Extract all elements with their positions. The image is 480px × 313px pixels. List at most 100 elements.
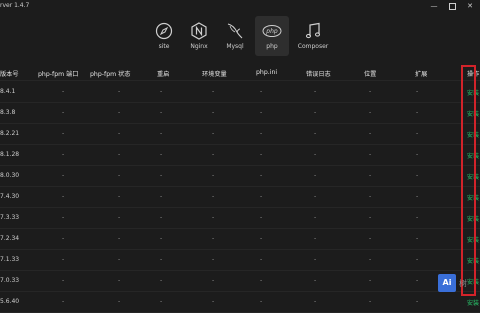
table-row: 7.0.33- - - - - - - - 安装 — [0, 270, 480, 292]
toolbar-item-site[interactable]: site — [147, 16, 181, 56]
table-header: 版本号 php-fpm 端口 php-fpm 状态 重启 环境变量 php.in… — [0, 66, 480, 81]
empty-cell: - — [62, 88, 65, 95]
empty-cell: - — [160, 109, 163, 116]
empty-cell: - — [260, 298, 263, 305]
toolbar-item-mysql[interactable]: Mysql — [218, 16, 252, 56]
table-row: 8.2.21- - - - - - - - 安装 — [0, 123, 480, 145]
maximize-icon — [448, 2, 456, 10]
empty-cell: - — [314, 172, 317, 179]
table-row: 7.2.34- - - - - - - - 安装 — [0, 228, 480, 250]
empty-cell: - — [212, 193, 215, 200]
empty-cell: - — [260, 109, 263, 116]
col-error-log: 错误日志 — [306, 71, 331, 78]
empty-cell: - — [160, 172, 163, 179]
toolbar-item-label: site — [158, 43, 170, 50]
version-cell: 7.4.30 — [0, 193, 20, 200]
version-cell: 8.1.28 — [0, 151, 20, 158]
table-row: 7.1.33- - - - - - - - 安装 — [0, 249, 480, 271]
col-version: 版本号 — [0, 71, 19, 78]
toolbar-item-php[interactable]: php php — [255, 16, 289, 56]
table-row: 5.6.40 - - - - - - - - 安装 — [0, 291, 480, 313]
version-cell: 5.6.40 — [0, 298, 20, 305]
minimize-button[interactable]: — — [426, 0, 442, 12]
empty-cell: - — [260, 193, 263, 200]
empty-cell: - — [212, 298, 215, 305]
toolbar-item-label: Mysql — [226, 43, 244, 50]
empty-cell: - — [118, 151, 121, 158]
empty-cell: - — [416, 277, 419, 284]
empty-cell: - — [62, 256, 65, 263]
version-cell: 7.1.33 — [0, 256, 20, 263]
empty-cell: - — [416, 88, 419, 95]
empty-cell: - — [416, 151, 419, 158]
empty-cell: - — [369, 88, 372, 95]
svg-text:php: php — [265, 28, 278, 35]
col-fpm-port: php-fpm 端口 — [38, 71, 79, 78]
table-row: 8.3.8- - - - - - - - 安装 — [0, 102, 480, 124]
col-fpm-status: php-fpm 状态 — [90, 71, 131, 78]
php-icon: php — [262, 25, 282, 37]
col-restart: 重启 — [157, 71, 170, 78]
mysql-dolphin-icon — [227, 23, 243, 39]
version-cell: 8.4.1 — [0, 88, 16, 95]
empty-cell: - — [416, 256, 419, 263]
empty-cell: - — [369, 256, 372, 263]
empty-cell: - — [212, 172, 215, 179]
empty-cell: - — [260, 172, 263, 179]
close-button[interactable]: ✕ — [462, 0, 478, 12]
empty-cell: - — [62, 109, 65, 116]
toolbar: site Nginx Mysql php php Composer — [0, 16, 480, 60]
toolbar-item-composer[interactable]: Composer — [296, 16, 330, 56]
empty-cell: - — [160, 256, 163, 263]
highlight-box — [461, 65, 476, 296]
empty-cell: - — [369, 109, 372, 116]
empty-cell: - — [314, 256, 317, 263]
empty-cell: - — [160, 130, 163, 137]
empty-cell: - — [314, 214, 317, 221]
empty-cell: - — [369, 235, 372, 242]
nginx-icon — [191, 22, 207, 40]
maximize-button[interactable] — [444, 0, 460, 12]
install-button[interactable]: 安装 — [467, 298, 479, 307]
empty-cell: - — [118, 214, 121, 221]
empty-cell: - — [416, 109, 419, 116]
empty-cell: - — [314, 109, 317, 116]
empty-cell: - — [62, 235, 65, 242]
empty-cell: - — [212, 256, 215, 263]
empty-cell: - — [260, 130, 263, 137]
compass-icon — [155, 22, 173, 40]
empty-cell: - — [160, 277, 163, 284]
empty-cell: - — [62, 151, 65, 158]
empty-cell: - — [62, 172, 65, 179]
watermark-text: 树 — [459, 279, 467, 288]
empty-cell: - — [416, 235, 419, 242]
empty-cell: - — [212, 277, 215, 284]
empty-cell: - — [314, 235, 317, 242]
empty-cell: - — [314, 130, 317, 137]
empty-cell: - — [369, 130, 372, 137]
app-title: rver 1.4.7 — [0, 2, 30, 9]
version-cell: 7.2.34 — [0, 235, 20, 242]
empty-cell: - — [314, 277, 317, 284]
col-extensions: 扩展 — [415, 71, 428, 78]
empty-cell: - — [212, 235, 215, 242]
col-env: 环境变量 — [202, 71, 227, 78]
empty-cell: - — [118, 235, 121, 242]
empty-cell: - — [314, 298, 317, 305]
toolbar-item-label: Composer — [297, 43, 329, 50]
empty-cell: - — [416, 193, 419, 200]
empty-cell: - — [118, 109, 121, 116]
col-php-ini: php.ini — [256, 69, 278, 76]
empty-cell: - — [62, 130, 65, 137]
empty-cell: - — [416, 214, 419, 221]
toolbar-item-nginx[interactable]: Nginx — [182, 16, 216, 56]
empty-cell: - — [118, 277, 121, 284]
empty-cell: - — [62, 193, 65, 200]
version-cell: 7.0.33 — [0, 277, 20, 284]
empty-cell: - — [369, 298, 372, 305]
version-cell: 8.2.21 — [0, 130, 20, 137]
version-cell: 7.3.33 — [0, 214, 20, 221]
empty-cell: - — [118, 172, 121, 179]
empty-cell: - — [369, 214, 372, 221]
empty-cell: - — [212, 151, 215, 158]
